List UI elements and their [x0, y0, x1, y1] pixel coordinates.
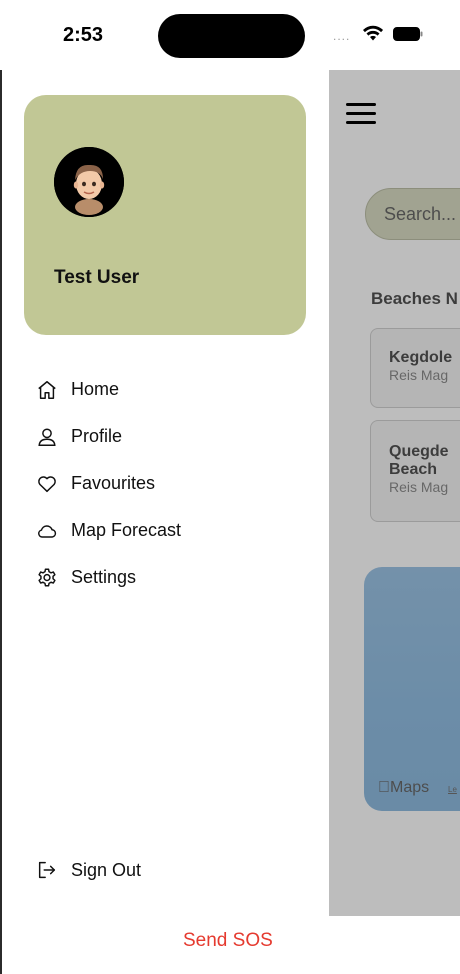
beach-name: Kegdole — [389, 349, 453, 366]
nav-item-profile[interactable]: Profile — [36, 413, 316, 460]
nav-item-label: Favourites — [71, 473, 156, 493]
status-time: 2:53 — [63, 24, 104, 46]
drawer-edge — [0, 70, 2, 974]
user-name: Test User — [54, 267, 140, 288]
background-content: Search... Beaches N Kegdole Reis Mag Que… — [329, 70, 460, 916]
signal-icon: .... — [333, 29, 351, 43]
nav-item-label: Profile — [71, 426, 123, 446]
nav-item-favourites[interactable]: Favourites — [36, 460, 316, 507]
section-heading: Beaches N — [371, 289, 458, 308]
search-input: Search... — [365, 188, 460, 240]
sign-out-button[interactable]: Sign Out — [36, 853, 141, 887]
profile-card[interactable]: Test User — [24, 95, 306, 335]
dynamic-island — [158, 14, 305, 58]
map-view: Maps Le — [364, 567, 460, 811]
nav-item-label: Map Forecast — [71, 520, 182, 540]
beach-card: Kegdole Reis Mag — [370, 328, 460, 408]
status-bar: 2:53 .... — [0, 0, 460, 70]
sign-out-icon — [38, 861, 56, 879]
heart-icon — [38, 475, 56, 492]
nav-item-settings[interactable]: Settings — [36, 554, 316, 601]
home-icon — [38, 380, 56, 399]
user-icon — [38, 427, 56, 446]
wifi-icon — [363, 25, 383, 41]
apple-maps-logo: Maps — [378, 779, 429, 796]
apple-logo-icon:  — [378, 779, 390, 796]
drawer-nav: Home Profile Favourites Map Forecast Set… — [36, 366, 316, 601]
map-legal-link: Le — [448, 785, 457, 794]
beach-name: Quegde — [389, 443, 449, 460]
beach-location: Reis Mag — [389, 479, 449, 495]
nav-item-label: Settings — [71, 567, 137, 587]
beach-location: Reis Mag — [389, 367, 449, 383]
send-sos-button[interactable]: Send SOS — [183, 925, 273, 957]
memoji-avatar-icon — [54, 147, 124, 217]
gear-icon — [38, 568, 56, 587]
hamburger-menu-icon — [346, 103, 376, 125]
app-screen: 2:53 .... Search... Beaches N Kegdole Re… — [0, 0, 460, 974]
avatar[interactable] — [54, 147, 124, 217]
sos-container: Send SOS — [0, 925, 460, 957]
sign-out-label: Sign Out — [71, 859, 142, 880]
nav-item-label: Home — [71, 379, 120, 399]
nav-item-map-forecast[interactable]: Map Forecast — [36, 507, 316, 554]
battery-icon — [393, 27, 423, 41]
nav-item-home[interactable]: Home — [36, 366, 316, 413]
cloud-icon — [38, 524, 57, 538]
beach-card: Quegde Beach Reis Mag — [370, 420, 460, 522]
background-screen[interactable]: Search... Beaches N Kegdole Reis Mag Que… — [329, 70, 460, 916]
beach-name-line2: Beach — [389, 461, 438, 478]
